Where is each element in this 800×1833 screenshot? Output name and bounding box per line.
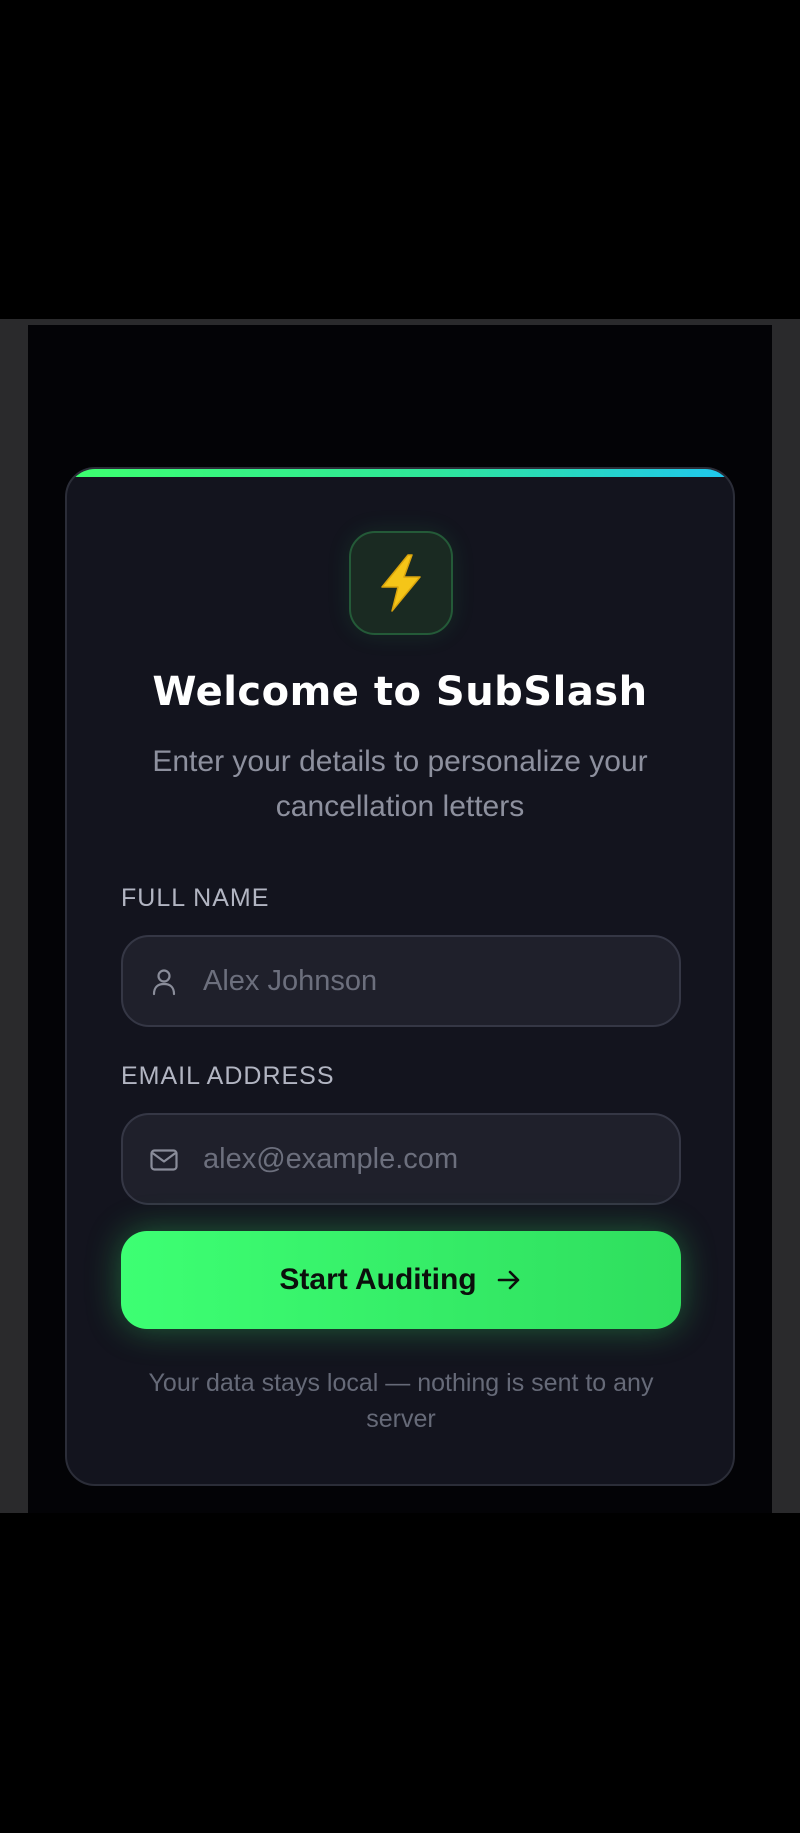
onboarding-card: Welcome to SubSlash Enter your details t… (65, 467, 735, 1486)
screen: Welcome to SubSlash Enter your details t… (28, 325, 772, 1513)
page-subtitle: Enter your details to personalize your c… (152, 745, 648, 823)
card-accent-bar (67, 469, 733, 477)
arrow-right-icon (497, 1270, 519, 1290)
page-title: Welcome to SubSlash (152, 669, 648, 715)
full-name-label: FULL NAME (121, 884, 270, 912)
start-auditing-label: Start Auditing (279, 1263, 477, 1296)
full-name-input[interactable] (203, 937, 663, 1025)
email-input[interactable] (203, 1115, 663, 1203)
privacy-note: Your data stays local — nothing is sent … (148, 1369, 654, 1433)
email-label: EMAIL ADDRESS (121, 1062, 335, 1090)
mail-icon (150, 1149, 178, 1171)
email-field[interactable] (121, 1113, 681, 1205)
user-icon (152, 969, 176, 996)
device-frame: Welcome to SubSlash Enter your details t… (0, 319, 800, 1513)
start-auditing-button[interactable]: Start Auditing (121, 1231, 681, 1329)
full-name-field[interactable] (121, 935, 681, 1027)
lightning-bolt-icon (381, 554, 421, 612)
app-logo (349, 531, 453, 635)
